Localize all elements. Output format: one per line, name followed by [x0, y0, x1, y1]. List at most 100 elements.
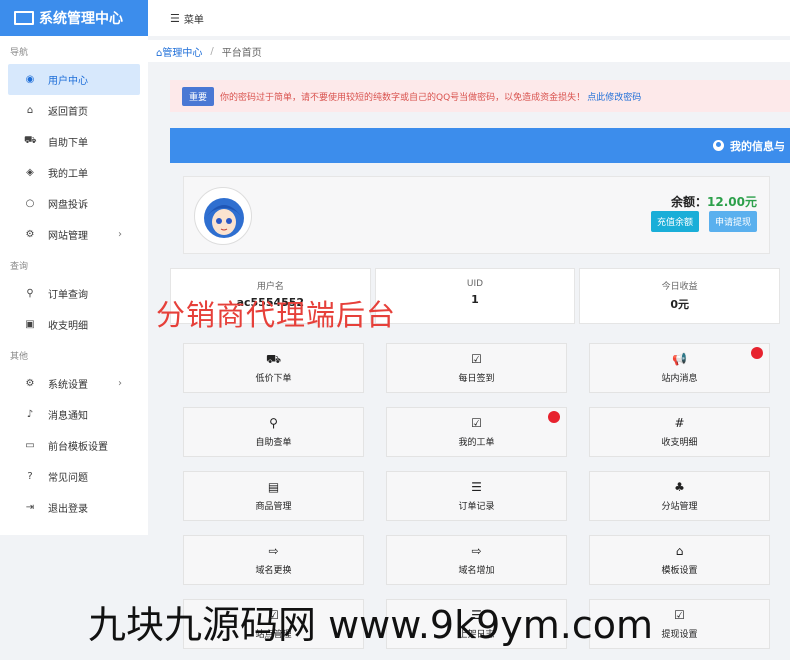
- tile-product-management[interactable]: ▤ 商品管理: [183, 471, 364, 521]
- tile-domain-add[interactable]: ⇨ 域名增加: [386, 535, 567, 585]
- tile-label: 分站管理: [661, 502, 698, 512]
- avatar: [194, 187, 252, 245]
- sidebar-item-label: 收支明细: [48, 321, 88, 332]
- sidebar-item-label: 自助下单: [48, 138, 88, 149]
- sidebar-item-my-tickets[interactable]: ◈ 我的工单: [0, 157, 148, 188]
- sidebar-item-notifications[interactable]: ♪ 消息通知: [0, 399, 148, 430]
- notification-dot: [548, 411, 560, 423]
- watermark-text: 九块九源码网 www.9k9ym.com: [88, 603, 654, 647]
- breadcrumb-separator: /: [210, 45, 214, 57]
- sidebar-item-logout[interactable]: ⇥ 退出登录: [0, 492, 148, 523]
- chevron-right-icon: ›: [118, 378, 122, 389]
- hashtag-icon: #: [674, 416, 685, 430]
- user-circle-icon: [713, 140, 724, 151]
- brand-header[interactable]: 系统管理中心: [0, 0, 148, 36]
- sign-out-icon: ⇨: [268, 544, 279, 558]
- info-panel-header: 我的信息与: [170, 128, 790, 163]
- sidebar-item-home[interactable]: ⌂ 返回首页: [0, 95, 148, 126]
- breadcrumb-current: 平台首页: [221, 47, 262, 59]
- gear-icon: ⚙: [25, 378, 35, 389]
- logout-icon: ⇥: [25, 502, 35, 513]
- sidebar-item-label: 前台模板设置: [48, 442, 108, 453]
- balance: 余额：12.00元: [671, 193, 757, 210]
- menu-toggle[interactable]: ☰ 菜单: [170, 11, 204, 26]
- stat-label: UID: [466, 279, 484, 289]
- tile-low-price-order[interactable]: ⛟ 低价下单: [183, 343, 364, 393]
- sidebar-item-label: 返回首页: [48, 107, 88, 118]
- recharge-button[interactable]: 充值余额: [650, 211, 699, 232]
- check-square-icon: ☑: [471, 416, 482, 430]
- tile-label: 每日签到: [458, 374, 495, 384]
- withdraw-button[interactable]: 申请提现: [708, 211, 757, 232]
- sidebar-item-user-center[interactable]: ◉ 用户中心: [8, 64, 140, 95]
- desktop-icon: [14, 11, 34, 25]
- warning-text: 你的密码过于简单，请不要使用较短的纯数字或自己的QQ号当做密码，以免造成资金损失…: [220, 92, 586, 103]
- home-icon: ⌂: [675, 544, 684, 558]
- money-icon: ▣: [25, 319, 35, 330]
- tile-finance-details[interactable]: # 收支明细: [589, 407, 770, 457]
- tile-label: 收支明细: [661, 438, 698, 448]
- breadcrumb-home[interactable]: ⌂管理中心: [156, 44, 202, 59]
- desktop-icon: ▭: [25, 440, 35, 451]
- chevron-right-icon: ›: [118, 229, 122, 240]
- comment-icon: ○: [25, 198, 35, 209]
- list-alt-icon: ▤: [267, 480, 280, 494]
- sitemap-icon: ♣: [674, 480, 685, 494]
- sidebar: 系统管理中心 导航 ◉ 用户中心 ⌂ 返回首页 ⛟ 自助下单 ◈ 我的工单 ○ …: [0, 0, 148, 535]
- user-circle-icon: ◉: [25, 74, 35, 85]
- sidebar-item-system-settings[interactable]: ⚙ 系统设置 ›: [0, 368, 148, 399]
- tile-site-messages[interactable]: 📢 站内消息: [589, 343, 770, 393]
- profile-card: 余额：12.00元 充值余额 申请提现: [183, 176, 770, 254]
- sidebar-item-label: 订单查询: [48, 290, 88, 301]
- search-icon: ⚲: [269, 416, 278, 430]
- sidebar-item-self-order[interactable]: ⛟ 自助下单: [0, 126, 148, 157]
- bell-icon: ♪: [26, 409, 34, 420]
- breadcrumb: ⌂管理中心 / 平台首页: [148, 40, 790, 62]
- sidebar-item-site-management[interactable]: ⚙ 网站管理 ›: [0, 219, 148, 250]
- tile-template-settings[interactable]: ⌂ 模板设置: [589, 535, 770, 585]
- cogs-icon: ⚙: [25, 229, 35, 240]
- sidebar-item-template-settings[interactable]: ▭ 前台模板设置: [0, 430, 148, 461]
- bars-icon: ☰: [170, 11, 180, 25]
- stat-today-income: 今日收益 0元: [579, 268, 781, 324]
- change-password-link[interactable]: 点此修改密码: [587, 90, 641, 103]
- nav-group-title: 导航: [10, 48, 29, 58]
- stat-uid: UID 1: [374, 268, 576, 324]
- tile-label: 域名更换: [255, 566, 292, 576]
- tile-label: 自助查单: [255, 438, 292, 448]
- tag-icon: ◈: [26, 167, 34, 178]
- sign-out-icon: ⇨: [471, 544, 482, 558]
- home-icon: ⌂: [26, 105, 34, 116]
- tile-label: 商品管理: [255, 502, 292, 512]
- tile-label: 站内消息: [661, 374, 698, 384]
- sidebar-item-label: 我的工单: [48, 169, 88, 180]
- balance-amount: 12.00元: [707, 195, 757, 209]
- top-bar: ☰ 菜单: [148, 0, 790, 36]
- stat-label: 今日收益: [661, 282, 698, 292]
- brand-title: 系统管理中心: [39, 11, 123, 27]
- sidebar-item-label: 用户中心: [48, 76, 88, 87]
- sidebar-item-complaint[interactable]: ○ 网盘投诉: [0, 188, 148, 219]
- tile-label: 低价下单: [255, 374, 292, 384]
- tile-daily-checkin[interactable]: ☑ 每日签到: [386, 343, 567, 393]
- tile-domain-change[interactable]: ⇨ 域名更换: [183, 535, 364, 585]
- menu-label: 菜单: [183, 14, 204, 26]
- sidebar-item-label: 常见问题: [48, 473, 88, 484]
- notification-dot: [751, 347, 763, 359]
- search-icon: ⚲: [26, 288, 34, 299]
- tile-my-tickets[interactable]: ☑ 我的工单: [386, 407, 567, 457]
- tile-label: 我的工单: [458, 438, 495, 448]
- tile-label: 模板设置: [661, 566, 698, 576]
- sidebar-item-faq[interactable]: ? 常见问题: [0, 461, 148, 492]
- panel-title: 我的信息与: [730, 139, 785, 153]
- check-square-icon: ☑: [471, 352, 482, 366]
- balance-label: 余额：: [671, 195, 708, 209]
- sidebar-item-finance[interactable]: ▣ 收支明细: [0, 309, 148, 340]
- tile-label: 订单记录: [458, 502, 495, 512]
- avatar-image: [204, 198, 244, 238]
- sidebar-item-label: 消息通知: [48, 411, 88, 422]
- tile-self-query[interactable]: ⚲ 自助查单: [183, 407, 364, 457]
- tile-order-records[interactable]: ☰ 订单记录: [386, 471, 567, 521]
- sidebar-item-order-query[interactable]: ⚲ 订单查询: [0, 278, 148, 309]
- tile-substation-management[interactable]: ♣ 分站管理: [589, 471, 770, 521]
